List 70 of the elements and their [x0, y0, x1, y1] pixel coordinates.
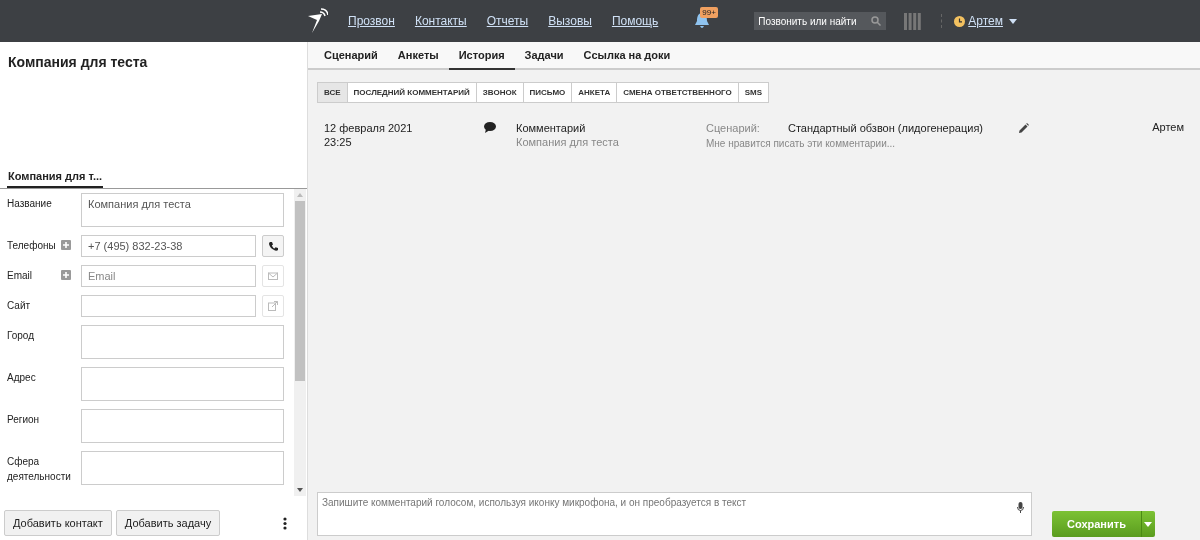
text-field[interactable]	[81, 325, 284, 359]
filter-button[interactable]: ПОСЛЕДНИЙ КОММЕНТАРИЙ	[346, 82, 477, 103]
mail-button[interactable]	[262, 265, 284, 287]
field-label: Адрес	[7, 371, 36, 385]
nav-link[interactable]: Отчеты	[486, 14, 529, 28]
action-button[interactable]: Добавить контакт	[4, 510, 112, 536]
filter-button[interactable]: ВСЕ	[317, 82, 348, 103]
filter-button[interactable]: СМЕНА ОТВЕТСТВЕННОГО	[616, 82, 739, 103]
nav-link[interactable]: Помощь	[611, 14, 659, 28]
input-field[interactable]: +7 (495) 832-23-38	[81, 235, 256, 257]
speech-bubble-icon	[484, 122, 496, 133]
text-field[interactable]	[81, 451, 284, 485]
history-time: 23:25	[324, 135, 353, 149]
history-comment: Мне нравится писать эти комментарии...	[706, 138, 897, 149]
tab[interactable]: История	[448, 42, 515, 70]
action-button[interactable]: Добавить задачу	[115, 510, 221, 536]
scrollbar-thumb[interactable]	[295, 201, 305, 381]
scenario-name: Стандартный обзвон (лидогенерация)	[788, 121, 984, 135]
nav-link[interactable]: Вызовы	[548, 14, 592, 28]
tab[interactable]: Задачи	[514, 42, 574, 68]
microphone-icon[interactable]	[1017, 502, 1024, 513]
tab[interactable]: Сценарий	[314, 42, 388, 68]
history-type: Комментарий	[516, 121, 587, 135]
nav-link[interactable]: Прозвон	[348, 14, 395, 28]
tab[interactable]: Анкеты	[387, 42, 449, 68]
up-arrow-icon	[297, 193, 303, 197]
field-label: Сфера деятельности	[7, 455, 72, 484]
field-label: Город	[7, 329, 35, 343]
caret-icon[interactable]	[1008, 18, 1017, 24]
pencil-icon[interactable]	[1018, 123, 1029, 134]
caret-icon	[1144, 521, 1153, 527]
phone-button[interactable]	[262, 235, 284, 257]
nav-link[interactable]: Контакты	[414, 14, 467, 28]
filter-button[interactable]: SMS	[737, 82, 770, 103]
field-label: Регион	[7, 413, 40, 427]
text-field[interactable]: Компания для теста	[81, 193, 284, 227]
scrollbar[interactable]	[294, 189, 306, 496]
more-icon[interactable]	[283, 516, 287, 530]
plus-icon[interactable]	[61, 240, 71, 250]
user-link[interactable]: Артем	[968, 14, 1003, 28]
card-tab[interactable]: Компания для т...	[7, 165, 104, 188]
card-title: Компания для теста	[7, 53, 149, 72]
comment-field[interactable]: Запишите комментарий голосом, используя иконку микрофона, и он преобразуется в текст	[317, 492, 1032, 536]
filter-button[interactable]: ЗВОНОК	[475, 82, 524, 103]
phone-icon	[268, 241, 278, 251]
plus-icon[interactable]	[61, 270, 71, 280]
search-field[interactable]: Позвонить или найти	[754, 12, 887, 30]
field-label: Сайт	[7, 299, 31, 313]
filter-button[interactable]: ПИСЬМО	[522, 82, 573, 103]
envelope-icon	[268, 271, 278, 281]
tab[interactable]: Ссылка на доки	[573, 42, 681, 68]
input-field[interactable]: Email	[81, 265, 256, 287]
filter-button[interactable]: АНКЕТА	[571, 82, 618, 103]
down-arrow-icon	[297, 488, 303, 492]
field-label: Телефоны	[7, 239, 56, 253]
scenario-label: Сценарий:	[706, 121, 761, 135]
text-field[interactable]	[81, 409, 284, 443]
bars-icon[interactable]	[904, 12, 922, 30]
text-field[interactable]	[81, 367, 284, 401]
external-link-icon	[268, 301, 278, 311]
history-user: Артем	[1152, 121, 1184, 135]
history-company: Компания для теста	[516, 135, 620, 149]
history-date: 12 февраля 2021	[324, 121, 414, 135]
field-label: Название	[7, 197, 52, 211]
link-button[interactable]	[262, 295, 284, 317]
search-icon	[871, 16, 882, 26]
clock-icon	[954, 15, 966, 27]
field-label: Email	[7, 269, 32, 283]
input-field[interactable]	[81, 295, 256, 317]
notification-badge: 99+	[700, 7, 718, 18]
